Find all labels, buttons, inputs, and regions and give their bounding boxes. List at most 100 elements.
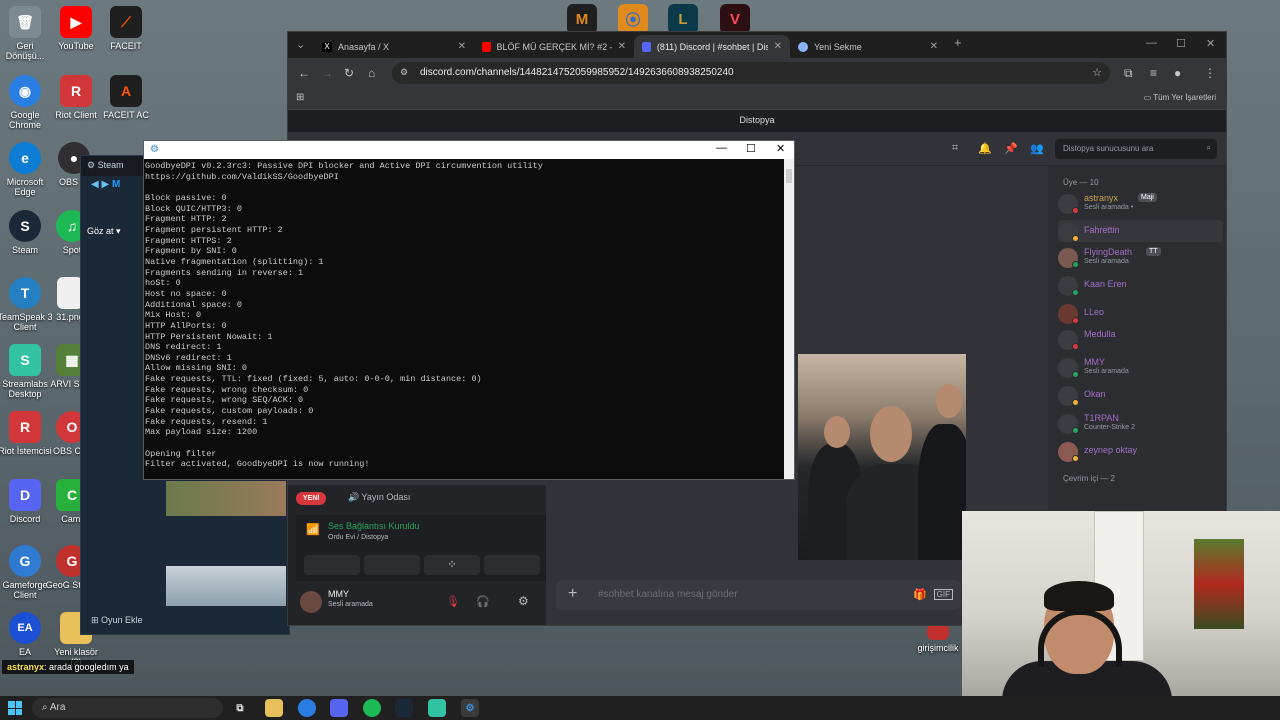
message-input[interactable]: + #sohbet kanalına mesaj gönder 🎁 GIF <box>556 580 961 610</box>
close-icon[interactable]: ✕ <box>618 41 626 52</box>
extensions-icon[interactable]: ⧉ <box>1124 66 1133 81</box>
steam-icon[interactable] <box>395 699 413 717</box>
game-icon-1[interactable]: M <box>567 4 597 34</box>
avatar[interactable] <box>300 591 322 613</box>
headset-icon[interactable]: 🎧 <box>476 595 490 608</box>
gif-icon[interactable]: GIF <box>933 589 953 600</box>
member-item[interactable]: LLeo <box>1058 302 1223 324</box>
desktop-icon-ea[interactable]: EA EA <box>0 612 53 657</box>
member-item[interactable]: T1RPAN Counter-Strike 2 <box>1058 412 1223 434</box>
ea-icon: EA <box>9 612 41 644</box>
task-view-icon[interactable]: ⧉ <box>231 699 249 717</box>
voice-channel-item[interactable]: 🔊 Yayın Odası <box>348 492 410 503</box>
address-bar[interactable]: ⚙ discord.com/channels/14482147520599859… <box>392 62 1110 84</box>
mic-muted-icon[interactable]: 🎙 <box>446 595 460 608</box>
desktop-icon-chrome[interactable]: ◉ Google Chrome <box>0 75 53 130</box>
game-icon-2[interactable]: ⦿ <box>618 4 648 34</box>
desktop-icon-girisimcilik[interactable]: girişimcilik <box>910 624 966 653</box>
desktop-icon-recycle-bin[interactable]: 🗑 Geri Dönüşü... <box>0 6 53 61</box>
soundboard-button[interactable] <box>484 555 540 575</box>
spotify-icon[interactable] <box>363 699 381 717</box>
goodbyedpi-icon[interactable]: ⚙ <box>461 699 479 717</box>
profile-avatar[interactable]: ● <box>1174 66 1181 80</box>
media-icon[interactable]: ≡ <box>1150 66 1157 80</box>
home-icon[interactable]: ⌂ <box>368 66 375 80</box>
scrollbar-thumb[interactable] <box>786 169 792 183</box>
maximize-button[interactable]: ☐ <box>746 142 756 155</box>
game-icon-3[interactable]: L <box>668 4 698 34</box>
desktop-icon-faceit-ac[interactable]: A FACEIT AC <box>98 75 154 120</box>
taskbar-search[interactable]: ⌕ Ara <box>32 698 223 718</box>
desktop-icon-riot-client[interactable]: R Riot Client <box>48 75 104 120</box>
server-search-input[interactable]: Distopya sunucusunu ara ⌕ <box>1055 139 1217 159</box>
status-dot <box>1072 261 1079 268</box>
steam-thumbnail[interactable] <box>166 566 286 606</box>
discord-icon[interactable] <box>330 699 348 717</box>
desktop-icon-faceit[interactable]: ⟋ FACEIT <box>98 6 154 51</box>
forward-icon[interactable]: → <box>321 66 333 80</box>
tab-discord[interactable]: (811) Discord | #sohbet | Distop ✕ <box>634 35 790 58</box>
console-window[interactable]: ⚙ — ☐ ✕ GoodbyeDPI v0.2.3rc3: Passive DP… <box>143 140 795 480</box>
gift-icon[interactable]: 🎁 <box>913 588 927 601</box>
site-info-icon[interactable]: ⚙ <box>400 67 408 78</box>
bell-icon[interactable]: 🔔 <box>978 142 992 155</box>
chat-user: astranyx <box>7 662 45 672</box>
start-button[interactable] <box>8 701 22 715</box>
back-icon[interactable]: ← <box>298 66 310 80</box>
tab-strip: ⌄ X Anasayfa / X ✕ BLÖF MÜ GERÇEK Mİ? #2 –… <box>288 32 1226 58</box>
console-scrollbar[interactable] <box>784 159 794 479</box>
close-icon[interactable]: ✕ <box>458 41 466 52</box>
close-icon[interactable]: ✕ <box>930 41 938 52</box>
gear-icon[interactable]: ⚙ <box>518 594 529 608</box>
close-icon[interactable]: ✕ <box>774 41 782 52</box>
pin-icon[interactable]: 📌 <box>1004 142 1018 155</box>
status-dot <box>1072 343 1079 350</box>
members-icon[interactable]: 👥 <box>1030 142 1044 155</box>
member-item[interactable]: astranyx Maji Sesli aramada • <box>1058 192 1223 214</box>
member-item[interactable]: FlyingDeath TT Sesli aramada <box>1058 246 1223 268</box>
steam-add-game-button[interactable]: ⊞ Oyun Ekle <box>91 615 143 626</box>
all-bookmarks-button[interactable]: ▭ Tüm Yer İşaretleri <box>1144 93 1216 102</box>
tab-new[interactable]: Yeni Sekme ✕ <box>790 35 946 58</box>
chrome-icon[interactable] <box>298 699 316 717</box>
video-figure <box>824 416 850 448</box>
activities-button[interactable]: ⁘ <box>424 555 480 575</box>
add-attachment-icon[interactable]: + <box>568 585 577 603</box>
steam-browse-menu[interactable]: Göz at ▾ <box>87 226 121 237</box>
tab-youtube[interactable]: BLÖF MÜ GERÇEK Mİ? #2 – Kar ✕ <box>474 35 634 58</box>
member-item[interactable]: Okan <box>1058 384 1223 406</box>
file-explorer-icon[interactable] <box>265 699 283 717</box>
minimize-button[interactable]: — <box>716 142 727 154</box>
new-tab-button[interactable]: + <box>954 35 962 50</box>
threads-icon[interactable]: ⌗ <box>952 142 958 155</box>
user-status: Sesli aramada <box>328 601 373 608</box>
reload-icon[interactable]: ↻ <box>344 66 354 80</box>
bookmark-star-icon[interactable]: ☆ <box>1092 66 1102 79</box>
member-item[interactable]: Kaan Eren <box>1058 274 1223 296</box>
close-window-button[interactable]: ✕ <box>1206 37 1215 50</box>
member-item[interactable]: MMY Sesli aramada <box>1058 356 1223 378</box>
maximize-button[interactable]: ☐ <box>1176 37 1186 50</box>
minimize-button[interactable]: — <box>1146 37 1157 49</box>
member-status: Sesli aramada • <box>1084 204 1134 211</box>
video-embed[interactable] <box>798 354 966 560</box>
game-icon-4[interactable]: V <box>720 4 750 34</box>
tab-x[interactable]: X Anasayfa / X ✕ <box>314 35 474 58</box>
member-item[interactable]: Medulla <box>1058 328 1223 350</box>
member-item[interactable]: zeynep oktay <box>1058 440 1223 462</box>
icon-label: YouTube <box>58 41 94 51</box>
member-item[interactable]: Fahrettin <box>1058 220 1223 242</box>
camera-button[interactable] <box>304 555 360 575</box>
voice-location[interactable]: Ordu Evi / Distopya <box>328 534 388 541</box>
close-window-button[interactable]: ✕ <box>776 142 785 155</box>
member-name: Fahrettin <box>1084 225 1120 235</box>
streamlabs-icon[interactable] <box>428 699 446 717</box>
apps-grid-icon[interactable]: ⊞ <box>296 92 304 103</box>
steam-thumbnail[interactable] <box>166 481 286 516</box>
menu-icon[interactable]: ⋮ <box>1204 66 1216 80</box>
tab-search-icon[interactable]: ⌄ <box>296 38 305 51</box>
screen-share-button[interactable] <box>364 555 420 575</box>
members-header: Üye — 10 <box>1063 178 1099 187</box>
desktop-icon-youtube[interactable]: ▶ YouTube <box>48 6 104 51</box>
member-tag: Maji <box>1138 193 1157 202</box>
